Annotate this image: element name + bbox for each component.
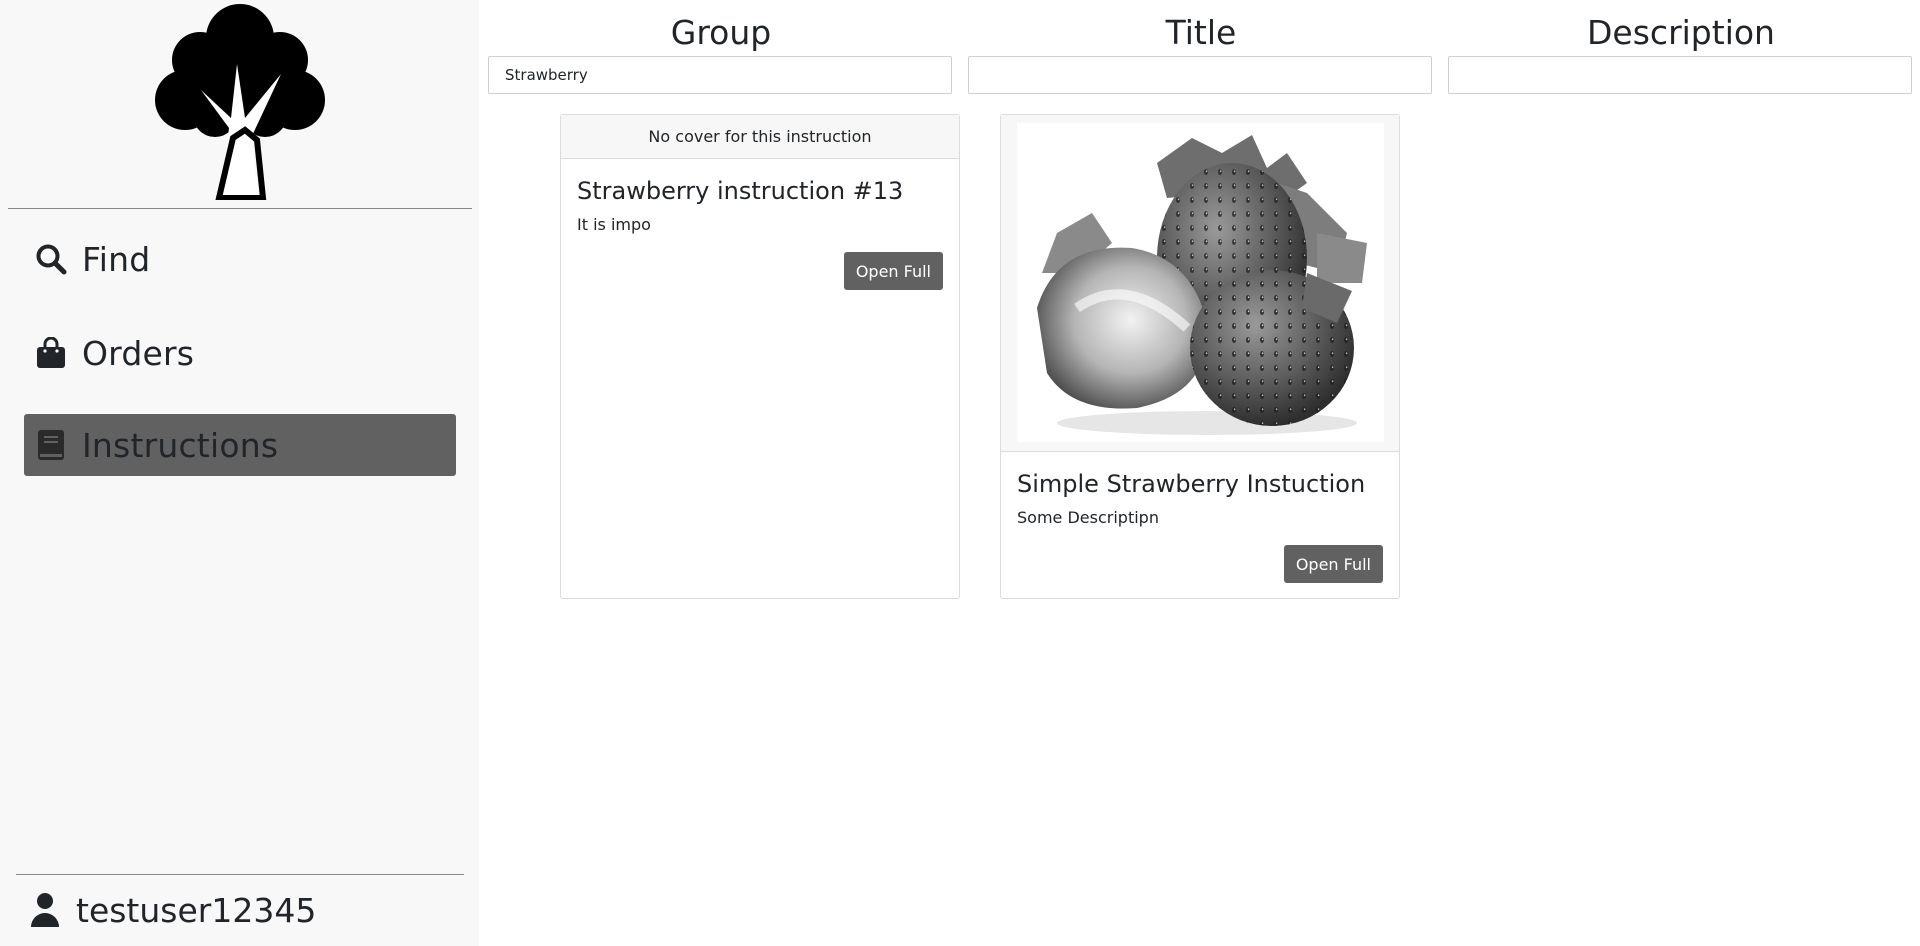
app-root: Find Orders Instructions testuser12345 G… bbox=[0, 0, 1920, 946]
tree-icon bbox=[145, 0, 335, 200]
nav-item-instructions[interactable]: Instructions bbox=[24, 414, 456, 476]
nav-item-orders[interactable]: Orders bbox=[24, 322, 456, 384]
username: testuser12345 bbox=[76, 890, 317, 930]
card-body: Strawberry instruction #13 It is impo Op… bbox=[561, 159, 959, 290]
nav-item-label: Instructions bbox=[82, 425, 279, 465]
card-cover bbox=[1001, 115, 1399, 452]
description-filter-input[interactable] bbox=[1448, 56, 1912, 94]
card-description: Some Descriptipn bbox=[1017, 508, 1159, 527]
strawberries-photo bbox=[1017, 123, 1384, 442]
user-profile[interactable]: testuser12345 bbox=[28, 884, 316, 936]
filter-group: Group bbox=[488, 0, 954, 94]
open-full-button[interactable]: Open Full bbox=[843, 252, 943, 290]
card-title: Simple Strawberry Instuction bbox=[1017, 470, 1366, 498]
instruction-card: No cover for this instruction Strawberry… bbox=[560, 114, 960, 599]
filter-title-header: Title bbox=[1165, 13, 1237, 52]
sidebar: Find Orders Instructions testuser12345 bbox=[0, 0, 479, 946]
filter-description: Description bbox=[1448, 0, 1914, 94]
book-icon bbox=[34, 428, 68, 462]
shopping-bag-icon bbox=[34, 336, 68, 370]
filter-group-header: Group bbox=[670, 13, 772, 52]
sidebar-divider bbox=[16, 874, 464, 875]
title-filter-input[interactable] bbox=[968, 56, 1432, 94]
card-description: It is impo bbox=[577, 215, 651, 234]
sidebar-divider bbox=[8, 208, 472, 209]
card-title: Strawberry instruction #13 bbox=[577, 177, 904, 205]
search-icon bbox=[34, 242, 68, 276]
open-full-button[interactable]: Open Full bbox=[1283, 545, 1383, 583]
nav-item-label: Orders bbox=[82, 333, 195, 373]
user-icon bbox=[28, 890, 62, 930]
no-cover-placeholder: No cover for this instruction bbox=[561, 115, 959, 159]
nav-item-label: Find bbox=[82, 239, 151, 279]
group-filter-input[interactable] bbox=[488, 56, 952, 94]
card-body: Simple Strawberry Instuction Some Descri… bbox=[1001, 452, 1399, 583]
filter-description-header: Description bbox=[1587, 13, 1775, 52]
filter-title: Title bbox=[968, 0, 1434, 94]
instruction-card: Simple Strawberry Instuction Some Descri… bbox=[1000, 114, 1400, 599]
nav-item-find[interactable]: Find bbox=[24, 228, 456, 290]
